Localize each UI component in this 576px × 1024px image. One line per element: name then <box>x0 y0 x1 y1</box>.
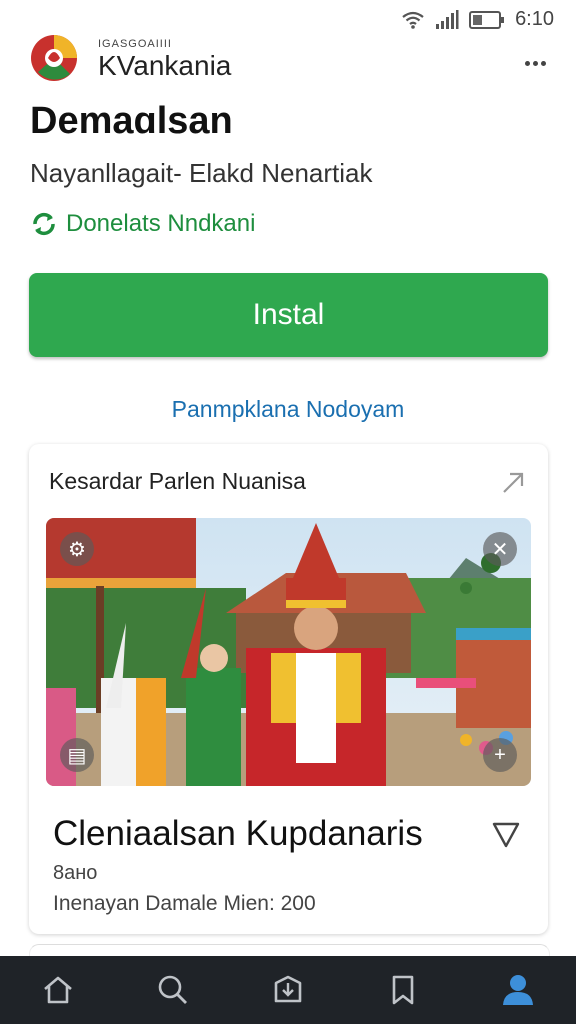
install-button[interactable]: Instal <box>29 273 548 357</box>
gallery-icon[interactable]: ▤ <box>60 738 94 772</box>
item-meta: Inenayan Damale Mien: 200 <box>53 892 316 915</box>
brand-name: KVankania <box>98 50 232 81</box>
developer-link[interactable]: Donelats Nndkani <box>30 210 255 238</box>
status-icons: 6:10 <box>401 8 554 31</box>
battery-icon <box>469 10 505 29</box>
signal-icon <box>436 9 459 29</box>
nav-profile[interactable] <box>488 960 548 1020</box>
festival-scene-image <box>46 518 531 786</box>
developer-name: Donelats Nndkani <box>66 210 256 237</box>
nav-apps[interactable] <box>258 960 318 1020</box>
app-header: IGASGOAIIII KVankania <box>30 34 550 90</box>
app-logo-icon <box>31 35 77 81</box>
apps-icon <box>274 975 302 1003</box>
arrow-icon[interactable] <box>500 470 526 496</box>
home-icon <box>43 976 72 1004</box>
app-subtitle: Nayanllagait- Elakd Nenartiak <box>30 158 373 188</box>
add-icon[interactable]: + <box>483 738 517 772</box>
secondary-link[interactable]: Panmpklana Nodoyam <box>0 396 576 423</box>
refresh-icon <box>33 212 55 236</box>
favorite-icon[interactable] <box>490 818 522 850</box>
status-time: 6:10 <box>515 8 554 30</box>
settings-icon[interactable]: ⚙ <box>60 532 94 566</box>
nav-search[interactable] <box>143 960 203 1020</box>
bookmark-icon <box>392 975 414 1005</box>
wifi-icon <box>402 11 424 29</box>
nav-bookmarks[interactable] <box>373 960 433 1020</box>
feature-card[interactable]: Kesardar Parlen Nuanisa ⚙ ✕ ▤ + Cleniaal… <box>29 444 548 934</box>
festival-photo[interactable]: ⚙ ✕ ▤ + <box>46 518 531 786</box>
item-title: Cleniaalsan Kupdanaris <box>53 814 423 853</box>
close-icon[interactable]: ✕ <box>483 532 517 566</box>
bottom-navigation <box>0 956 576 1024</box>
more-vert-icon[interactable] <box>520 48 550 78</box>
item-price: 8ано <box>53 862 98 884</box>
profile-icon <box>503 975 534 1005</box>
search-icon <box>158 975 187 1004</box>
nav-home[interactable] <box>28 960 88 1020</box>
brand-caption: IGASGOAIIII <box>98 38 172 50</box>
card-heading: Kesardar Parlen Nuanisa <box>49 468 306 494</box>
app-title: Demaɑlsan <box>30 100 233 142</box>
